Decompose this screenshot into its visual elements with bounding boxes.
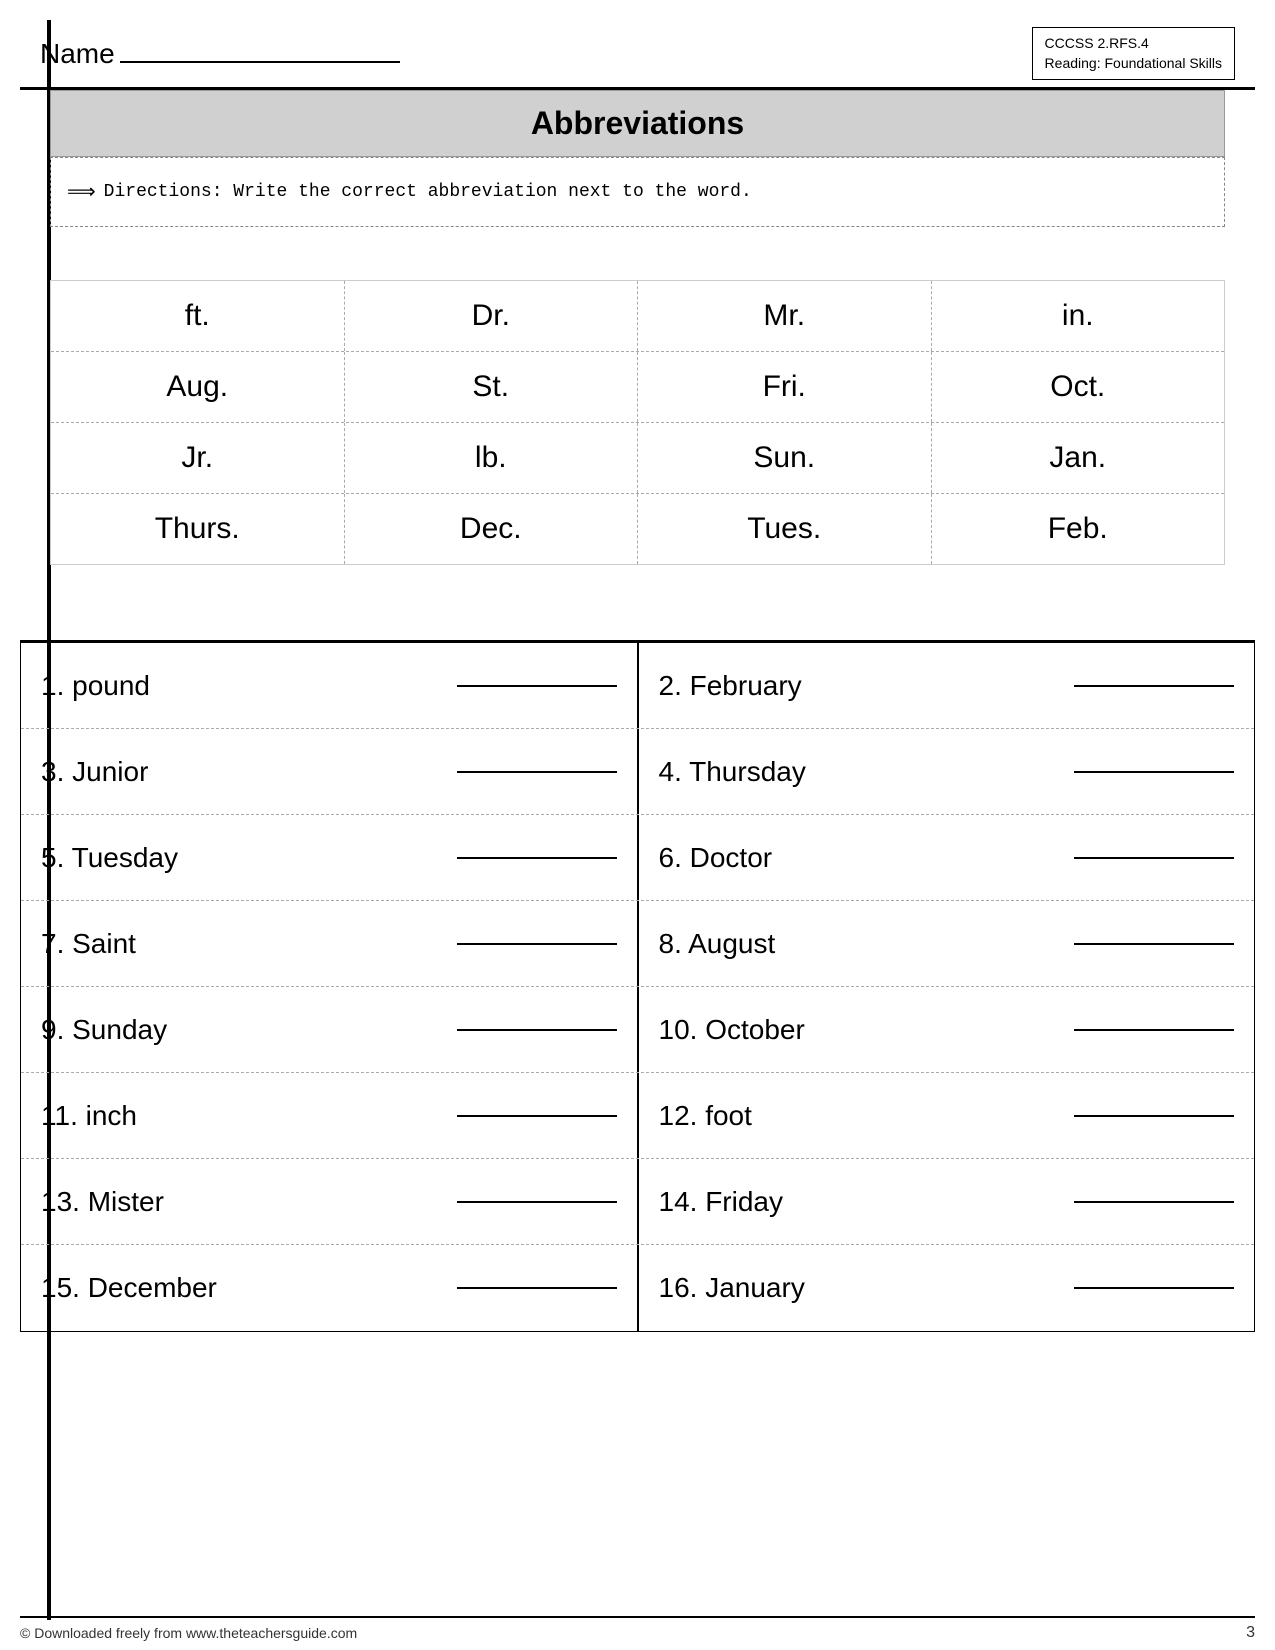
footer-page-number: 3 (1246, 1624, 1255, 1642)
exercise-word-7: 7. Saint (41, 928, 447, 960)
name-line (120, 61, 400, 63)
exercise-word-15: 15. December (41, 1272, 447, 1304)
word-bank-cell: ft. (51, 281, 345, 351)
exercise-word-2: 2. February (659, 670, 1065, 702)
exercise-grid: 1. pound 2. February 3. Junior 4. Thursday 5… (20, 640, 1255, 1332)
standard-line1: CCCSS 2.RFS.4 (1045, 34, 1222, 54)
footer: © Downloaded freely from www.theteachers… (20, 1616, 1255, 1642)
answer-line-6[interactable] (1074, 857, 1234, 859)
arrow-icon: ⟹ (67, 179, 96, 205)
exercise-row: 9. Sunday 10. October (21, 987, 1254, 1073)
exercise-left-5: 5. Tuesday (21, 815, 639, 900)
word-bank-cell: Oct. (932, 352, 1225, 422)
answer-line-8[interactable] (1074, 943, 1234, 945)
answer-line-12[interactable] (1074, 1115, 1234, 1117)
answer-line-1[interactable] (457, 685, 617, 687)
exercise-left-7: 7. Saint (21, 901, 639, 986)
exercise-word-8: 8. August (659, 928, 1065, 960)
exercise-left-15: 15. December (21, 1245, 639, 1331)
exercise-word-10: 10. October (659, 1014, 1065, 1046)
exercise-left-11: 11. inch (21, 1073, 639, 1158)
exercise-section: 1. pound 2. February 3. Junior 4. Thursday 5… (20, 640, 1255, 1595)
exercise-word-1: 1. pound (41, 670, 447, 702)
answer-line-15[interactable] (457, 1287, 617, 1289)
exercise-right-10: 10. October (639, 987, 1255, 1072)
exercise-word-13: 13. Mister (41, 1186, 447, 1218)
answer-line-2[interactable] (1074, 685, 1234, 687)
word-bank-cell: Thurs. (51, 494, 345, 564)
exercise-word-12: 12. foot (659, 1100, 1065, 1132)
word-bank-cell: in. (932, 281, 1225, 351)
exercise-left-13: 13. Mister (21, 1159, 639, 1244)
directions-box: ⟹ Directions: Write the correct abbrevia… (50, 157, 1225, 227)
footer-copyright: © Downloaded freely from www.theteachers… (20, 1625, 357, 1641)
word-bank-cell: Feb. (932, 494, 1225, 564)
word-bank-row: Thurs.Dec.Tues.Feb. (51, 494, 1224, 564)
page: Name CCCSS 2.RFS.4 Reading: Foundational… (0, 0, 1275, 1650)
title-section: Abbreviations ⟹ Directions: Write the co… (50, 90, 1225, 227)
word-bank-row: Aug.St.Fri.Oct. (51, 352, 1224, 423)
answer-line-4[interactable] (1074, 771, 1234, 773)
word-bank-cell: Fri. (638, 352, 932, 422)
exercise-right-14: 14. Friday (639, 1159, 1255, 1244)
word-bank-cell: lb. (345, 423, 639, 493)
word-bank-cell: Aug. (51, 352, 345, 422)
exercise-word-6: 6. Doctor (659, 842, 1065, 874)
exercise-right-8: 8. August (639, 901, 1255, 986)
exercise-right-6: 6. Doctor (639, 815, 1255, 900)
exercise-word-4: 4. Thursday (659, 756, 1065, 788)
exercise-row: 3. Junior 4. Thursday (21, 729, 1254, 815)
answer-line-9[interactable] (457, 1029, 617, 1031)
exercise-word-9: 9. Sunday (41, 1014, 447, 1046)
exercise-word-16: 16. January (659, 1272, 1065, 1304)
answer-line-14[interactable] (1074, 1201, 1234, 1203)
answer-line-3[interactable] (457, 771, 617, 773)
standard-line2: Reading: Foundational Skills (1045, 54, 1222, 74)
word-bank-row: ft.Dr.Mr.in. (51, 281, 1224, 352)
answer-line-16[interactable] (1074, 1287, 1234, 1289)
title-text: Abbreviations (531, 105, 744, 141)
name-section: Name (40, 38, 400, 70)
word-bank-cell: Mr. (638, 281, 932, 351)
exercise-row: 15. December 16. January (21, 1245, 1254, 1331)
word-bank-cell: Jan. (932, 423, 1225, 493)
word-bank-cell: Sun. (638, 423, 932, 493)
exercise-left-1: 1. pound (21, 643, 639, 728)
exercise-left-9: 9. Sunday (21, 987, 639, 1072)
answer-line-11[interactable] (457, 1115, 617, 1117)
word-bank-cell: Dec. (345, 494, 639, 564)
standard-box: CCCSS 2.RFS.4 Reading: Foundational Skil… (1032, 27, 1235, 80)
word-bank-cell: Dr. (345, 281, 639, 351)
answer-line-13[interactable] (457, 1201, 617, 1203)
answer-line-7[interactable] (457, 943, 617, 945)
answer-line-10[interactable] (1074, 1029, 1234, 1031)
exercise-row: 11. inch 12. foot (21, 1073, 1254, 1159)
exercise-right-4: 4. Thursday (639, 729, 1255, 814)
title-box: Abbreviations (50, 90, 1225, 157)
exercise-word-11: 11. inch (41, 1100, 447, 1132)
exercise-row: 1. pound 2. February (21, 643, 1254, 729)
word-bank-cell: St. (345, 352, 639, 422)
header: Name CCCSS 2.RFS.4 Reading: Foundational… (20, 20, 1255, 90)
exercise-word-14: 14. Friday (659, 1186, 1065, 1218)
word-bank-cell: Tues. (638, 494, 932, 564)
exercise-word-5: 5. Tuesday (41, 842, 447, 874)
exercise-right-16: 16. January (639, 1245, 1255, 1331)
exercise-left-3: 3. Junior (21, 729, 639, 814)
exercise-row: 5. Tuesday 6. Doctor (21, 815, 1254, 901)
word-bank-row: Jr.lb.Sun.Jan. (51, 423, 1224, 494)
word-bank-cell: Jr. (51, 423, 345, 493)
exercise-row: 13. Mister 14. Friday (21, 1159, 1254, 1245)
answer-line-5[interactable] (457, 857, 617, 859)
name-label: Name (40, 38, 115, 69)
exercise-right-2: 2. February (639, 643, 1255, 728)
exercise-row: 7. Saint 8. August (21, 901, 1254, 987)
directions-text: Directions: Write the correct abbreviati… (104, 182, 752, 202)
exercise-word-3: 3. Junior (41, 756, 447, 788)
word-bank: ft.Dr.Mr.in.Aug.St.Fri.Oct.Jr.lb.Sun.Jan… (50, 280, 1225, 565)
exercise-right-12: 12. foot (639, 1073, 1255, 1158)
